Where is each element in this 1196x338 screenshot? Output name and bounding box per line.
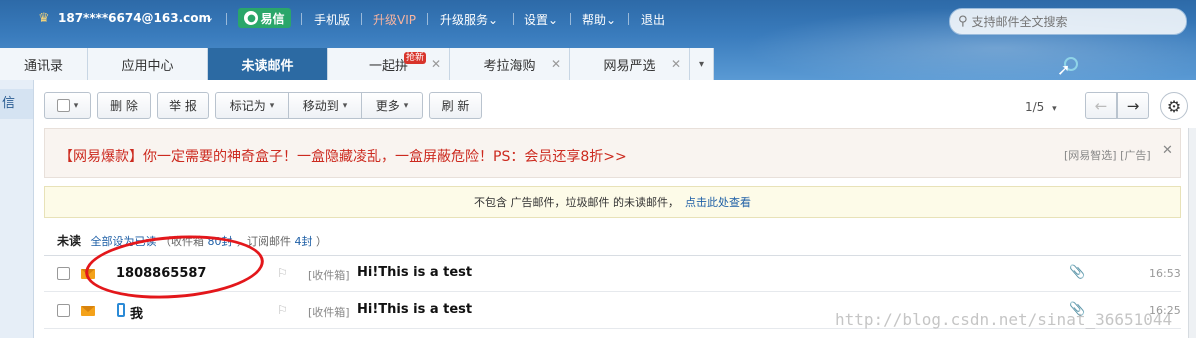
refresh-button[interactable]: 刷 新 <box>429 92 482 119</box>
summary-title: 未读 <box>57 234 82 248</box>
sender: 我 <box>130 307 144 322</box>
action-button-group: 标记为 ▾ 移动到 ▾ 更多 ▾ <box>215 92 423 119</box>
attachment-icon: 📎 <box>1069 265 1086 280</box>
close-icon[interactable]: ✕ <box>551 57 561 71</box>
subject: Hi!This is a test <box>357 302 473 317</box>
mobile-phone-icon <box>117 303 125 317</box>
mark-as-dropdown[interactable]: 标记为 ▾ <box>216 93 289 118</box>
scrollbar[interactable] <box>1188 128 1196 338</box>
page-number: 1/5 <box>1025 100 1045 114</box>
upgrade-service-label: 升级服务 <box>440 13 489 27</box>
vip-crown-icon: ♛ <box>38 11 50 26</box>
folder-tag: [收件箱] <box>308 306 350 319</box>
tab-label: 考拉海购 <box>483 58 536 74</box>
delete-button[interactable]: 删 除 <box>97 92 151 119</box>
tab-contacts[interactable]: 通讯录 <box>0 48 88 80</box>
tab-label: 网易严选 <box>603 58 656 74</box>
divider <box>570 13 571 25</box>
timestamp: 16:53 <box>1149 267 1181 280</box>
ad-text[interactable]: 【网易爆款】你一定需要的神奇盒子！一盒隐藏凌乱，一盒屏蔽危险！PS：会员还享8折… <box>59 146 627 166</box>
view-link[interactable]: 点击此处查看 <box>685 194 751 210</box>
divider <box>427 13 428 25</box>
vip-link[interactable]: 升级VIP <box>373 11 416 28</box>
watermark: http://blog.csdn.net/sinat_36651044 <box>835 310 1173 329</box>
tab-label: 未读邮件 <box>241 58 294 74</box>
notice-text: 不包含 广告邮件，垃圾邮件 的未读邮件， <box>474 196 679 209</box>
tab-label: 一起拼 <box>368 58 408 74</box>
new-badge: 抢新 <box>404 52 427 64</box>
move-to-label: 移动到 <box>302 99 339 113</box>
flag-icon[interactable]: ⚐ <box>277 266 288 280</box>
chevron-down-icon: ▾ <box>73 100 79 111</box>
gear-icon: ⚙ <box>1166 96 1182 116</box>
chevron-down-icon: ▾ <box>698 58 705 70</box>
settings-label: 设置 <box>524 13 549 27</box>
close-icon[interactable]: ✕ <box>1162 143 1173 158</box>
divider <box>301 13 302 25</box>
filter-notice: 不包含 广告邮件，垃圾邮件 的未读邮件， 点击此处查看 <box>44 186 1181 218</box>
more-tabs-button[interactable]: ▾ <box>690 48 714 80</box>
more-dropdown[interactable]: 更多 ▾ <box>362 93 422 118</box>
search-box[interactable]: ⚲ <box>949 8 1187 35</box>
mobile-link[interactable]: 手机版 <box>314 11 350 28</box>
tab-yanxuan[interactable]: 网易严选 ✕ <box>570 48 690 80</box>
logout-link[interactable]: 退出 <box>641 11 665 28</box>
flag-icon[interactable]: ⚐ <box>277 303 288 317</box>
envelope-icon <box>81 306 95 316</box>
tab-bar: 通讯录 应用中心 未读邮件 一起拼 抢新 ✕ 考拉海购 ✕ 网易严选 ✕ ▾ <box>0 48 714 80</box>
divider <box>628 13 629 25</box>
select-all-dropdown[interactable]: ▾ <box>44 92 91 119</box>
yixin-button[interactable]: ● 易信 <box>238 8 291 28</box>
upgrade-service-menu[interactable]: 升级服务⌄ <box>440 11 498 28</box>
tab-kaola[interactable]: 考拉海购 ✕ <box>450 48 570 80</box>
chevron-down-icon: ▾ <box>1052 104 1057 114</box>
tab-label: 应用中心 <box>121 58 174 74</box>
yixin-icon: ● <box>244 11 259 25</box>
divider <box>513 13 514 25</box>
move-to-dropdown[interactable]: 移动到 ▾ <box>289 93 362 118</box>
search-icon: ⚲ <box>958 14 968 29</box>
close-icon[interactable]: ✕ <box>431 57 441 71</box>
folder-tag: [收件箱] <box>308 269 350 282</box>
search-input[interactable] <box>971 14 1172 29</box>
arrow-right-icon: → <box>1126 96 1140 115</box>
subject: Hi!This is a test <box>357 265 473 280</box>
account-name[interactable]: 187****6674@163.com <box>58 11 211 25</box>
ad-source-label: [网易智选] [广告] <box>1064 149 1151 162</box>
chevron-down-icon: ▾ <box>269 100 275 111</box>
chevron-down-icon[interactable]: ⌄ <box>205 11 214 24</box>
report-button[interactable]: 举 报 <box>157 92 209 119</box>
divider <box>361 13 362 25</box>
tab-unread-mail[interactable]: 未读邮件 <box>208 48 328 80</box>
tab-yiqipin[interactable]: 一起拼 抢新 ✕ <box>328 48 450 80</box>
select-all-checkbox[interactable] <box>56 99 70 112</box>
summary-suffix: ） <box>316 235 328 248</box>
tab-app-center[interactable]: 应用中心 <box>88 48 208 80</box>
yixin-label: 易信 <box>260 11 285 26</box>
help-menu[interactable]: 帮助⌄ <box>582 11 616 28</box>
mouse-cursor-icon: ➚ <box>1057 60 1071 79</box>
ad-banner[interactable]: 【网易爆款】你一定需要的神奇盒子！一盒隐藏凌乱，一盒屏蔽危险！PS：会员还享8折… <box>44 128 1181 178</box>
subscription-count[interactable]: 4封 <box>295 235 313 248</box>
chevron-down-icon: ▾ <box>403 100 409 111</box>
settings-menu[interactable]: 设置⌄ <box>524 11 558 28</box>
help-label: 帮助 <box>582 13 607 27</box>
left-sidebar: 信 <box>0 80 34 338</box>
sidebar-item-inbox[interactable]: 信 <box>0 89 33 119</box>
chevron-down-icon: ▾ <box>342 100 348 111</box>
arrow-left-icon: ← <box>1094 96 1108 115</box>
divider <box>226 13 227 25</box>
mark-as-label: 标记为 <box>229 99 266 113</box>
page-indicator[interactable]: 1/5 ▾ <box>1025 100 1057 114</box>
next-page-button[interactable]: → <box>1117 92 1149 119</box>
settings-gear-button[interactable]: ⚙ <box>1160 92 1188 120</box>
tab-label: 通讯录 <box>23 58 63 74</box>
prev-page-button[interactable]: ← <box>1085 92 1117 119</box>
row-checkbox[interactable] <box>57 267 70 280</box>
row-checkbox[interactable] <box>57 304 70 317</box>
close-icon[interactable]: ✕ <box>671 57 681 71</box>
more-label: 更多 <box>375 99 400 113</box>
